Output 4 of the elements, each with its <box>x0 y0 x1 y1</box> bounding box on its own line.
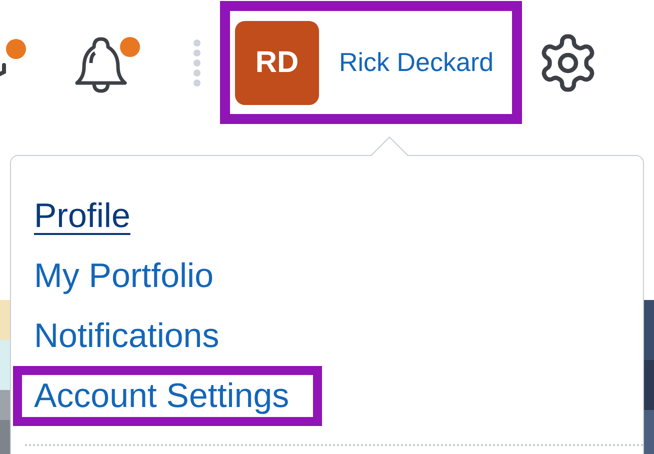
menu-link[interactable]: Account Settings <box>13 366 322 426</box>
user-name: Rick Deckard <box>339 47 494 78</box>
user-menu-button[interactable]: RD Rick Deckard <box>220 1 522 124</box>
avatar: RD <box>235 20 319 104</box>
